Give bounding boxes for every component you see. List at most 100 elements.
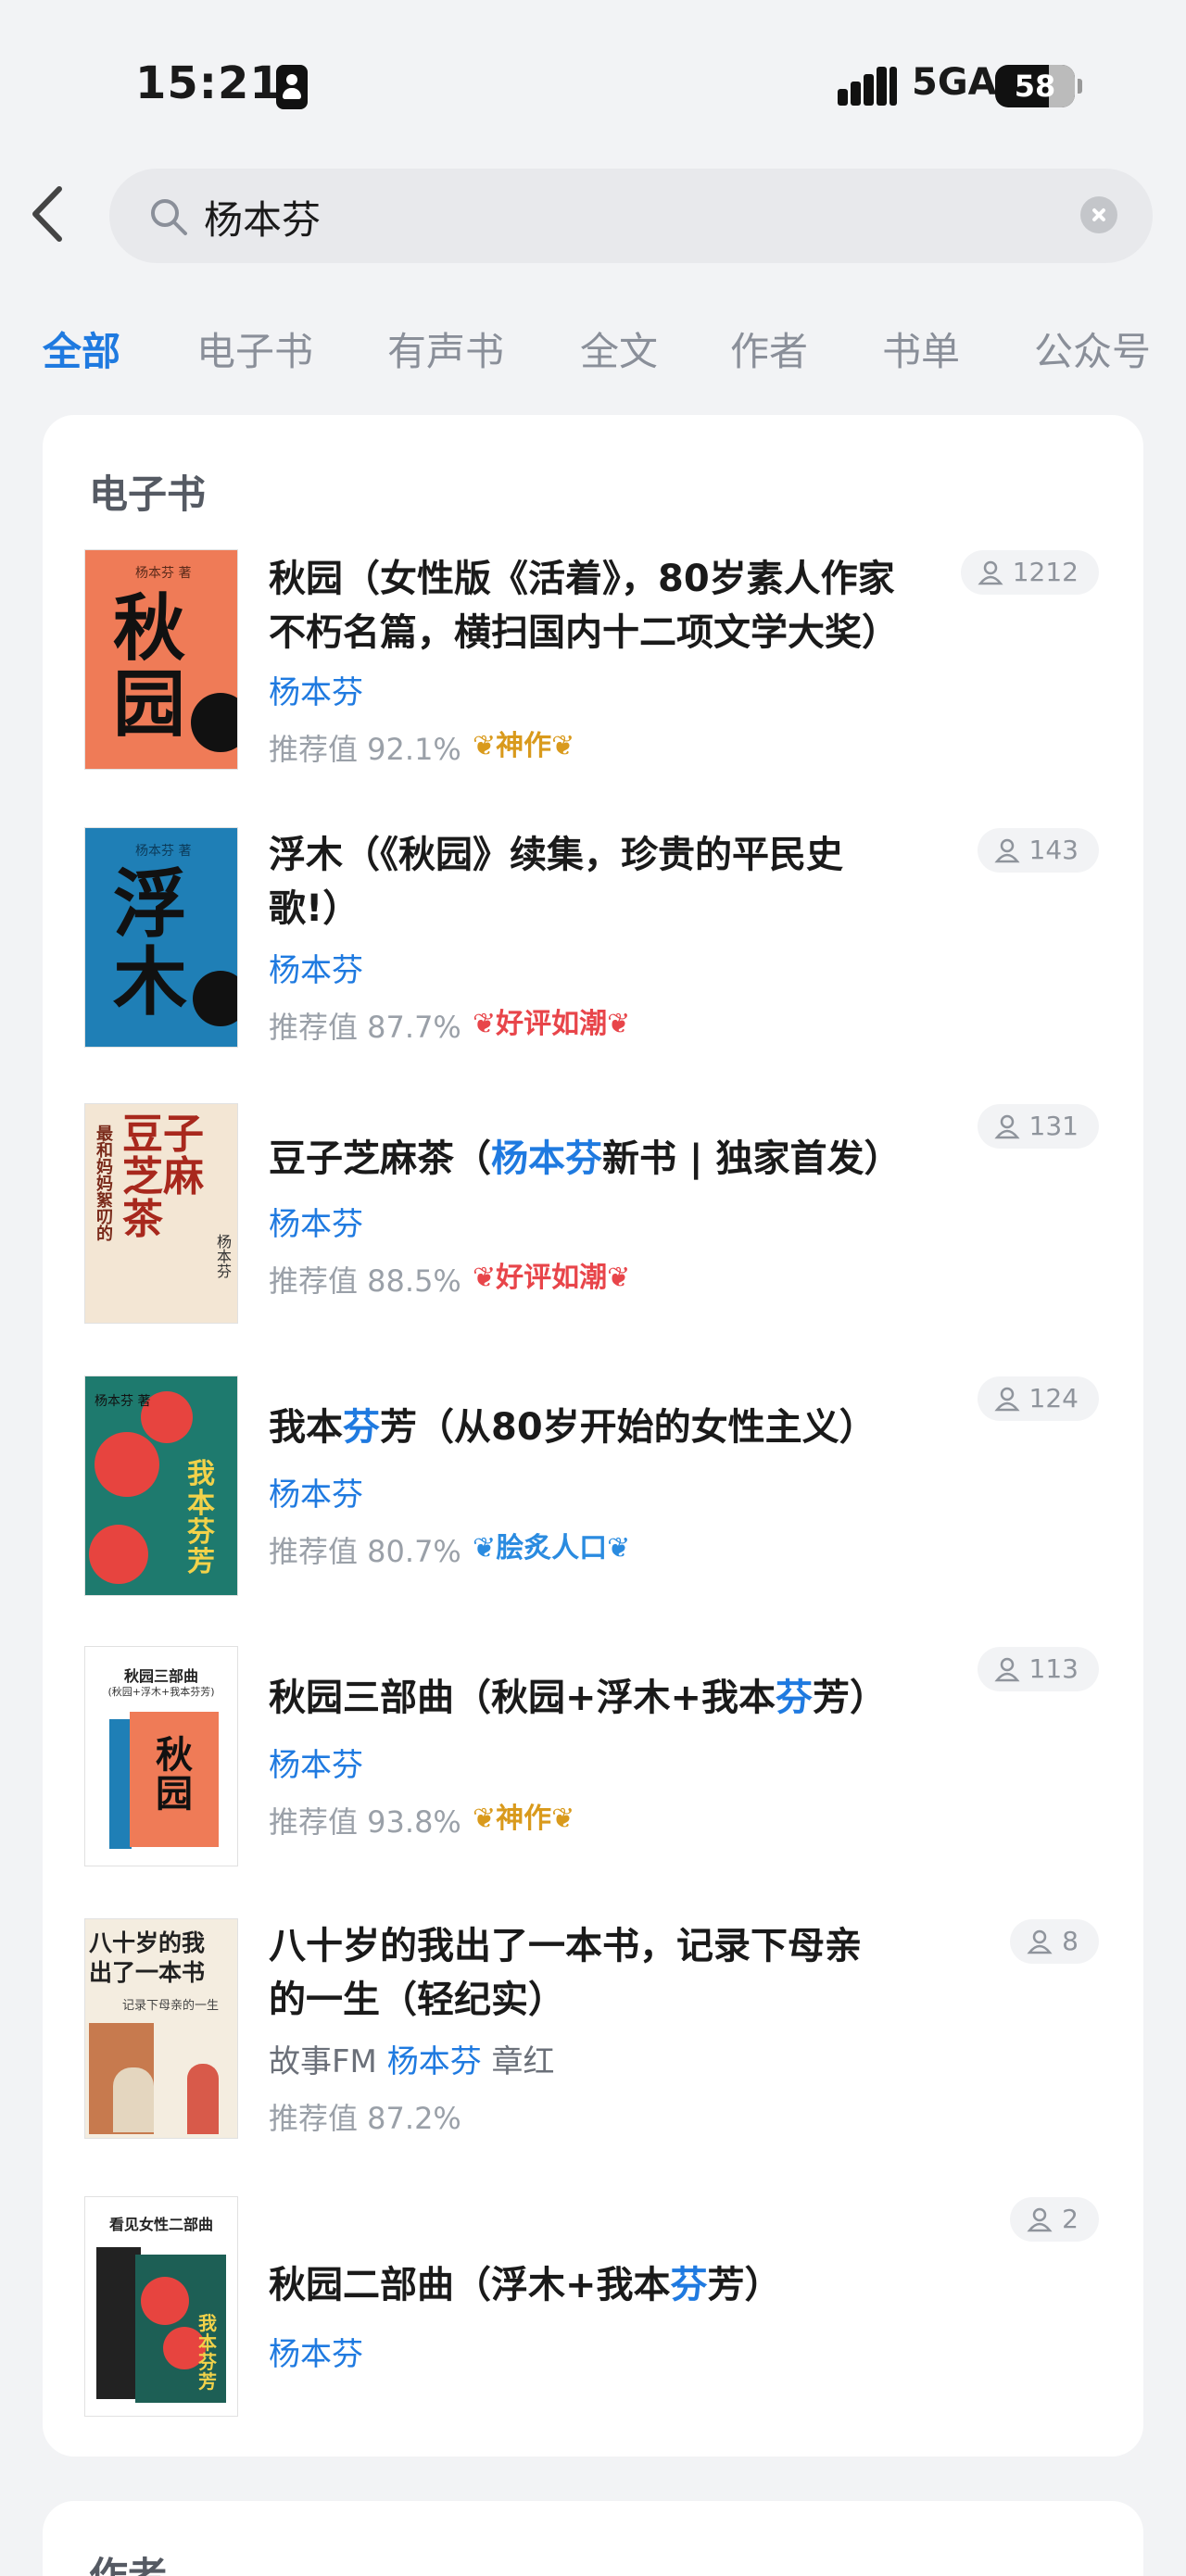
cover-decoration <box>191 693 237 752</box>
author-name-highlight[interactable]: 杨本芬 <box>387 2043 482 2080</box>
book-author[interactable]: 杨本芬 <box>269 667 363 712</box>
cover-title: 浮木 <box>113 861 187 1025</box>
reader-count: 8 <box>1010 1919 1099 1964</box>
title-text: 芳） <box>707 2264 782 2306</box>
book-cover: 八十岁的我 出了一本书 记录下母亲的一生 <box>85 1919 237 2138</box>
title-highlight: 芬 <box>776 1677 814 1719</box>
badge-masterpiece: ❦神作❦ <box>473 1795 574 1836</box>
book-author[interactable]: 杨本芬 <box>269 1469 363 1514</box>
book-rating: 推荐值 92.1% <box>269 732 461 767</box>
cover-figure <box>113 2067 154 2132</box>
reader-count: 124 <box>977 1376 1099 1421</box>
book-author[interactable]: 杨本芬 <box>269 1199 363 1244</box>
search-input[interactable]: 杨本芬 <box>204 189 1038 245</box>
tab-fulltext[interactable]: 全文 <box>580 320 658 377</box>
cover-tagline: 最和妈妈絮叨的 <box>94 1125 113 1241</box>
book-author[interactable]: 杨本芬 <box>269 945 363 990</box>
reader-count: 143 <box>977 828 1099 873</box>
tab-ebooks[interactable]: 电子书 <box>196 320 313 377</box>
cover-author: 杨本芬 著 <box>95 1394 151 1409</box>
book-cover: 杨本芬 著 浮木 <box>85 828 237 1047</box>
laurel-left-icon: ❦ <box>473 1532 497 1564</box>
book-item[interactable]: 杨本芬 著 秋园 秋园（女性版《活着》，80岁素人作家 不朽名篇，横扫国内十二项… <box>43 550 1143 782</box>
title-line: 八十岁的我出了一本书，记录下母亲 <box>269 1925 862 1967</box>
author-name[interactable]: 章红 <box>492 2043 555 2080</box>
title-text: 秋园二部曲（浮木+我本 <box>269 2264 671 2306</box>
badge-label: 神作 <box>496 1803 552 1835</box>
reader-count-value: 124 <box>1028 1383 1079 1414</box>
cover-series-title: 秋园三部曲 <box>123 1667 198 1685</box>
badge-highly-rated: ❦好评如潮❦ <box>473 1000 630 1041</box>
author-results-card: 作者 <box>43 2501 1143 2576</box>
reader-count-value: 1212 <box>1012 557 1079 587</box>
reader-count: 2 <box>1010 2197 1099 2242</box>
person-icon <box>993 1387 1020 1412</box>
book-item[interactable]: 杨本芬 著 我本芬芳 我本芬芳（从80岁开始的女性主义） 杨本芬 推荐值 80.… <box>43 1376 1143 1608</box>
laurel-right-icon: ❦ <box>551 730 575 762</box>
book-cover: 看见女性二部曲 我本芬芳 <box>85 2197 237 2416</box>
status-time: 15:21 <box>135 57 282 109</box>
person-badge-icon <box>276 65 308 109</box>
book-cover: 杨本芬 著 秋园 <box>85 550 237 769</box>
book-rating: 推荐值 87.2% <box>269 2101 461 2136</box>
reader-count: 113 <box>977 1647 1099 1691</box>
title-line: 的一生（轻纪实） <box>269 1979 565 2021</box>
cover-author: 杨本芬 著 <box>135 844 192 859</box>
cover-series-title: 看见女性二部曲 <box>108 2216 213 2233</box>
title-line: 秋园（女性版《活着》，80岁素人作家 <box>269 558 895 600</box>
badge-highly-rated: ❦好评如潮❦ <box>473 1254 630 1295</box>
laurel-right-icon: ❦ <box>607 1262 631 1294</box>
person-icon <box>993 838 1020 863</box>
book-item[interactable]: 秋园三部曲 (秋园+浮木+我本芬芳) 秋园 秋园三部曲（秋园+浮木+我本芬芳） … <box>43 1647 1143 1879</box>
person-icon <box>1027 2207 1053 2232</box>
cover-title: 豆子 芝麻茶 <box>122 1111 204 1244</box>
book-cover: 秋园三部曲 (秋园+浮木+我本芬芳) 秋园 <box>85 1647 237 1866</box>
title-text: 豆子芝麻茶（ <box>269 1137 491 1180</box>
reader-count-value: 113 <box>1028 1653 1079 1684</box>
cover-flower <box>95 1432 159 1497</box>
cover-title-line: 八十岁的我 <box>89 1929 206 1956</box>
book-authors: 故事FM 杨本芬 章红 <box>269 2036 555 2081</box>
book-cover: 最和妈妈絮叨的 豆子 芝麻茶 杨本芬 <box>85 1104 237 1323</box>
book-title: 秋园（女性版《活着》，80岁素人作家 不朽名篇，横扫国内十二项文学大奖） <box>269 552 991 660</box>
book-author[interactable]: 杨本芬 <box>269 1740 363 1785</box>
search-bar[interactable]: 杨本芬 <box>109 169 1153 263</box>
tab-all[interactable]: 全部 <box>43 320 120 377</box>
book-author[interactable]: 杨本芬 <box>269 2329 363 2374</box>
chevron-left-icon <box>32 186 62 242</box>
book-rating: 推荐值 87.7% <box>269 1010 461 1045</box>
cover-title: 秋园 <box>113 586 186 747</box>
laurel-left-icon: ❦ <box>473 1008 497 1040</box>
book-item[interactable]: 看见女性二部曲 我本芬芳 秋园二部曲（浮木+我本芬芳） 杨本芬 2 <box>43 2197 1143 2429</box>
title-text: 新书 | 独家首发） <box>602 1137 902 1180</box>
person-icon <box>1027 1929 1053 1954</box>
tab-authors[interactable]: 作者 <box>730 320 808 377</box>
book-item[interactable]: 八十岁的我 出了一本书 记录下母亲的一生 八十岁的我出了一本书，记录下母亲 的一生… <box>43 1919 1143 2151</box>
author-name[interactable]: 故事FM <box>269 2043 377 2080</box>
reader-count: 131 <box>977 1104 1099 1149</box>
book-item[interactable]: 最和妈妈絮叨的 豆子 芝麻茶 杨本芬 豆子芝麻茶（ 杨本芬 新书 | 独家首发） 杨本… <box>43 1104 1143 1336</box>
cover-author: 杨本芬 <box>214 1234 232 1278</box>
book-title: 秋园二部曲（浮木+我本芬芳） <box>269 2258 991 2312</box>
laurel-left-icon: ❦ <box>473 1803 497 1835</box>
book-title: 秋园三部曲（秋园+浮木+我本芬芳） <box>269 1671 991 1725</box>
badge-label: 好评如潮 <box>496 1008 608 1040</box>
cover-title: 我本芬芳 <box>198 2312 217 2393</box>
title-line: 浮木（《秋园》续集，珍贵的平民史 <box>269 834 843 876</box>
reader-count-value: 143 <box>1028 835 1079 865</box>
back-button[interactable] <box>26 182 72 246</box>
status-bar: 15:21 5GA 58 <box>0 0 1186 157</box>
cover-spine <box>109 1719 132 1849</box>
tab-audiobooks[interactable]: 有声书 <box>387 320 504 377</box>
book-cover: 杨本芬 著 我本芬芳 <box>85 1376 237 1595</box>
book-item[interactable]: 杨本芬 著 浮木 浮木（《秋园》续集，珍贵的平民史 歌!） 杨本芬 推荐值 87… <box>43 828 1143 1060</box>
reader-count-value: 8 <box>1062 1926 1079 1956</box>
reader-count-value: 131 <box>1028 1111 1079 1141</box>
tab-booklists[interactable]: 书单 <box>882 320 960 377</box>
book-title: 我本芬芳（从80岁开始的女性主义） <box>269 1401 991 1454</box>
section-title-ebooks: 电子书 <box>89 471 207 517</box>
title-text: 芳（从80岁开始的女性主义） <box>380 1406 877 1449</box>
tab-official-accounts[interactable]: 公众号 <box>1034 320 1151 377</box>
clear-icon[interactable] <box>1080 196 1117 233</box>
book-rating: 推荐值 80.7% <box>269 1534 461 1569</box>
